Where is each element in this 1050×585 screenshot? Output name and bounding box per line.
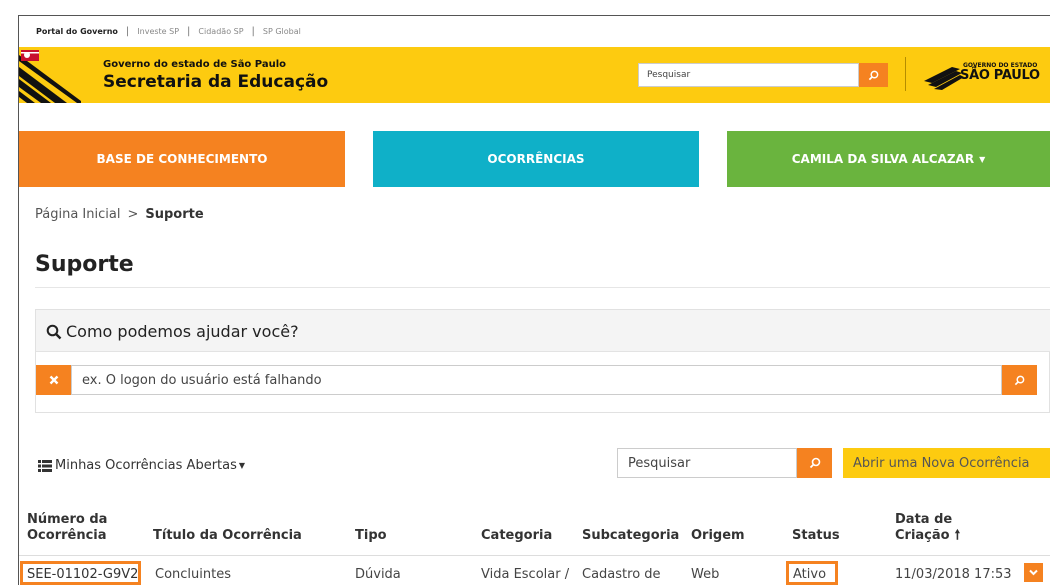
link-investe-sp[interactable]: Investe SP: [137, 27, 179, 36]
view-selector-label: Minhas Ocorrências Abertas: [55, 458, 237, 473]
column-header-line: Ocorrência: [27, 528, 107, 543]
view-selector-dropdown[interactable]: Minhas Ocorrências Abertas ▼: [38, 458, 245, 473]
breadcrumb-current: Suporte: [145, 207, 204, 222]
help-panel-header: Como podemos ajudar você?: [36, 310, 1050, 352]
page-title: Suporte: [35, 252, 134, 277]
search-icon: [46, 324, 62, 339]
breadcrumb: Página Inicial > Suporte: [35, 207, 204, 222]
divider: |: [125, 26, 130, 37]
gov-links-bar: Portal do Governo | Investe SP | Cidadão…: [19, 16, 1050, 47]
chevron-down-icon: [1029, 569, 1038, 576]
close-icon: [49, 375, 58, 385]
list-search-button[interactable]: [797, 448, 832, 478]
column-header-line-text: Criação: [895, 528, 950, 543]
nav-label: OCORRÊNCIAS: [487, 152, 585, 166]
column-header-line: Data de: [895, 512, 953, 527]
search-icon: [1014, 375, 1025, 385]
column-header-status[interactable]: Status: [792, 528, 840, 544]
row-actions-button[interactable]: [1024, 563, 1043, 582]
new-ticket-button[interactable]: Abrir uma Nova Ocorrência: [843, 448, 1050, 478]
nav-label: CAMILA DA SILVA ALCAZAR: [791, 152, 975, 166]
browser-viewport: Portal do Governo | Investe SP | Cidadão…: [0, 0, 1050, 585]
list-icon: [38, 459, 52, 472]
gov-subtitle: Governo do estado de São Paulo: [103, 59, 287, 70]
column-header-titulo[interactable]: Título da Ocorrência: [153, 528, 302, 544]
site-title[interactable]: Secretaria da Educação: [103, 72, 328, 92]
caret-down-icon: ▼: [238, 461, 246, 470]
column-header-data[interactable]: Data de Criação 🠕: [895, 512, 960, 544]
help-title-text: Como podemos ajudar você?: [66, 322, 299, 341]
search-icon: [868, 70, 879, 80]
header-search-button[interactable]: [859, 63, 888, 87]
column-header-tipo[interactable]: Tipo: [355, 528, 387, 544]
sp-flag-logo[interactable]: [19, 47, 81, 103]
site-header: Governo do estado de São Paulo Secretari…: [19, 47, 1050, 103]
cell-numero[interactable]: SEE-01102-G9V2: [27, 567, 138, 582]
column-header-origem[interactable]: Origem: [691, 528, 745, 544]
divider: [35, 287, 1050, 288]
cell-tipo: Dúvida: [355, 567, 401, 582]
column-header-line: Número da: [27, 512, 108, 527]
nav-base-conhecimento[interactable]: BASE DE CONHECIMENTO: [19, 131, 345, 187]
divider: |: [251, 26, 255, 37]
list-search-input[interactable]: Pesquisar: [617, 448, 797, 478]
cell-subcategoria: Cadastro de: [582, 567, 661, 582]
help-search-button[interactable]: [1002, 365, 1037, 395]
search-icon: [809, 457, 820, 469]
nav-label: BASE DE CONHECIMENTO: [96, 152, 268, 166]
sp-logo-text: SÃO PAULO: [960, 68, 1040, 83]
nav-user-menu[interactable]: CAMILA DA SILVA ALCAZAR ▼: [727, 131, 1050, 187]
breadcrumb-home[interactable]: Página Inicial: [35, 207, 120, 222]
cell-origem: Web: [691, 567, 720, 582]
divider: [19, 555, 1050, 556]
cell-status: Ativo: [793, 567, 827, 582]
header-search-input[interactable]: Pesquisar: [638, 63, 859, 87]
help-title: Como podemos ajudar você?: [46, 322, 299, 341]
breadcrumb-separator: >: [127, 207, 139, 222]
link-sp-global[interactable]: SP Global: [263, 27, 301, 36]
cell-data: 11/03/2018 17:53: [895, 567, 1012, 582]
divider: |: [187, 26, 191, 37]
column-header-numero[interactable]: Número da Ocorrência: [27, 512, 107, 544]
cell-titulo: Concluintes: [155, 567, 231, 582]
nav-ocorrencias[interactable]: OCORRÊNCIAS: [373, 131, 699, 187]
help-search-input[interactable]: ex. O logon do usuário está falhando: [71, 365, 1002, 395]
divider: [905, 57, 906, 91]
link-portal-governo[interactable]: Portal do Governo: [36, 27, 118, 36]
clear-search-button[interactable]: [36, 365, 71, 395]
sort-arrow-up-icon: 🠕: [954, 528, 961, 543]
cell-categoria: Vida Escolar /: [481, 567, 570, 582]
help-search-panel: Como podemos ajudar você? ex. O logon do…: [35, 309, 1050, 413]
column-header-categoria[interactable]: Categoria: [481, 528, 552, 544]
column-header-line: Criação 🠕: [895, 528, 960, 544]
link-cidadao-sp[interactable]: Cidadão SP: [198, 27, 243, 36]
column-header-subcategoria[interactable]: Subcategoria: [582, 528, 679, 544]
caret-down-icon: ▼: [979, 154, 986, 164]
